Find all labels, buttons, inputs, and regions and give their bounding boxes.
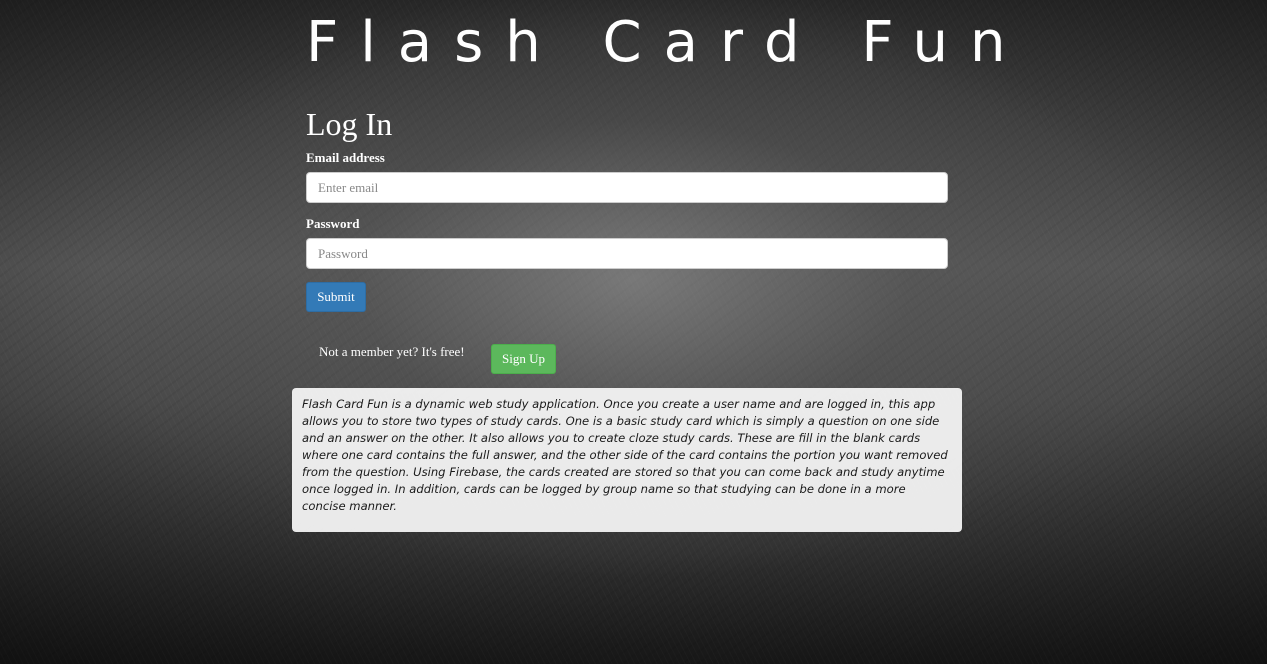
- submit-button[interactable]: Submit: [306, 282, 366, 312]
- password-label: Password: [306, 216, 360, 231]
- email-label: Email address: [306, 150, 385, 165]
- about-panel: Flash Card Fun is a dynamic web study ap…: [292, 388, 962, 532]
- signup-prompt: Not a member yet? It's free!: [319, 344, 465, 359]
- password-input[interactable]: [306, 238, 948, 269]
- about-description: Flash Card Fun is a dynamic web study ap…: [302, 397, 948, 513]
- login-heading: Log In: [306, 106, 393, 142]
- app-title: Flash Card Fun: [306, 10, 1028, 75]
- sign-up-button[interactable]: Sign Up: [491, 344, 556, 374]
- email-input[interactable]: [306, 172, 948, 203]
